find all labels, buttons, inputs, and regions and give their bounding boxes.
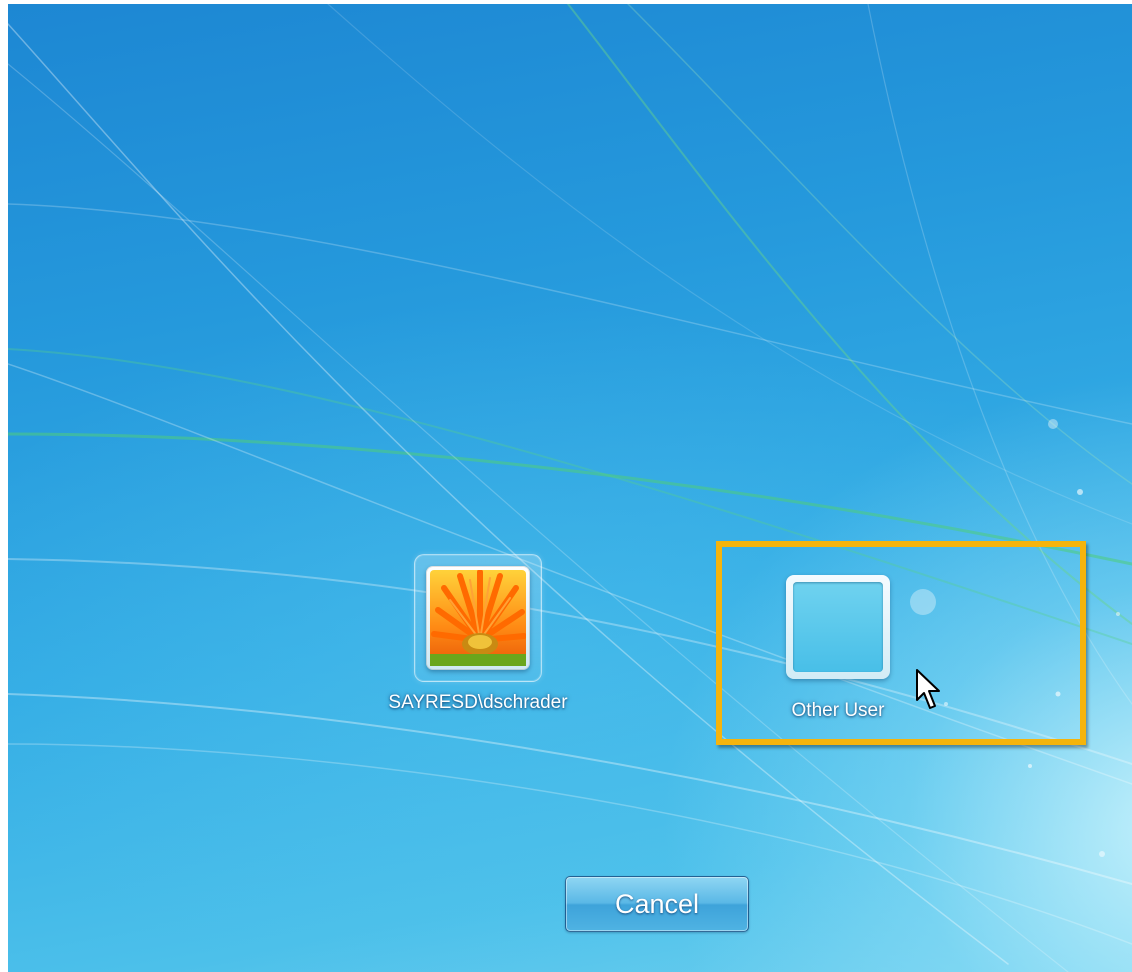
user-tile-frame — [775, 564, 901, 690]
blank-picture-icon — [793, 582, 883, 672]
user-picture — [426, 566, 530, 670]
user-tile-frame — [414, 554, 542, 682]
user-tile-other-user[interactable]: Other User — [708, 564, 968, 722]
user-name-label: Other User — [791, 700, 885, 721]
user-tile-dschrader[interactable]: SAYRESD\dschrader — [328, 554, 628, 714]
cancel-button[interactable]: Cancel — [565, 876, 749, 932]
user-picture-blank — [786, 575, 890, 679]
flower-picture-icon — [430, 570, 526, 666]
user-name-label: SAYRESD\dschrader — [388, 692, 568, 713]
background-wallpaper — [8, 4, 1132, 972]
logon-screen: SAYRESD\dschrader Other User Cancel — [8, 4, 1132, 972]
